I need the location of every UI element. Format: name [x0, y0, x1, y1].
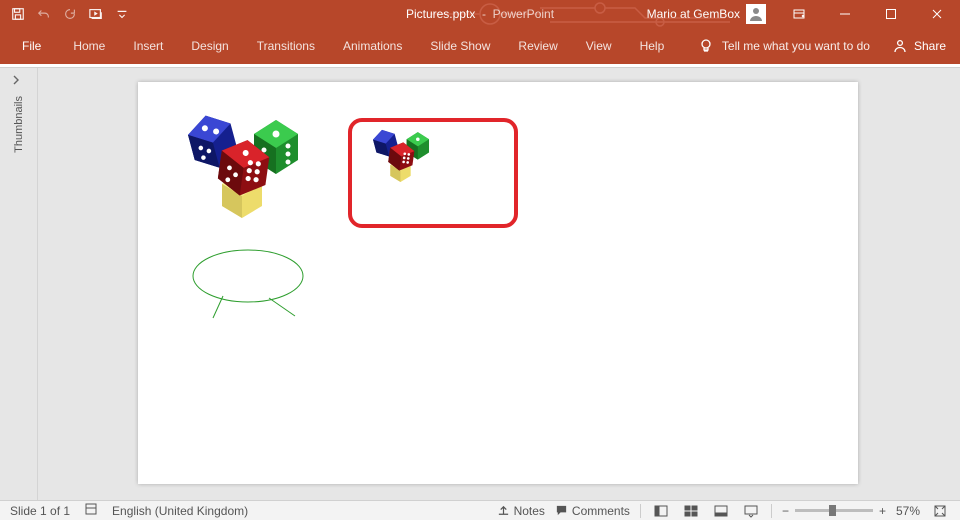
- share-button[interactable]: Share: [874, 38, 946, 54]
- tab-transitions[interactable]: Transitions: [243, 28, 329, 64]
- accessibility-icon[interactable]: [84, 502, 98, 519]
- zoom-out-icon[interactable]: −: [782, 504, 789, 518]
- tell-me-search[interactable]: Tell me what you want to do: [698, 38, 870, 54]
- start-from-beginning-icon[interactable]: [84, 2, 108, 26]
- ribbon-display-options-icon[interactable]: [776, 0, 822, 28]
- zoom-thumb[interactable]: [829, 505, 836, 516]
- thumbnails-pane[interactable]: Thumbnails: [0, 68, 38, 500]
- avatar: [746, 4, 766, 24]
- dice-picture-small[interactable]: [364, 126, 436, 182]
- tab-insert[interactable]: Insert: [119, 28, 177, 64]
- app-name: PowerPoint: [493, 7, 554, 21]
- tab-home[interactable]: Home: [59, 28, 119, 64]
- redo-icon[interactable]: [58, 2, 82, 26]
- slide-canvas[interactable]: [138, 82, 858, 484]
- thumbnails-label: Thumbnails: [13, 96, 25, 153]
- tab-slide-show[interactable]: Slide Show: [416, 28, 504, 64]
- slideshow-view-icon[interactable]: [741, 503, 761, 519]
- tab-animations[interactable]: Animations: [329, 28, 416, 64]
- zoom-track[interactable]: [795, 509, 873, 512]
- slide-indicator[interactable]: Slide 1 of 1: [10, 504, 70, 518]
- notes-button[interactable]: Notes: [497, 504, 545, 518]
- fit-to-window-icon[interactable]: [930, 503, 950, 519]
- reading-view-icon[interactable]: [711, 503, 731, 519]
- tab-help[interactable]: Help: [626, 28, 679, 64]
- zoom-in-icon[interactable]: +: [879, 504, 886, 518]
- tab-review[interactable]: Review: [504, 28, 571, 64]
- tab-design[interactable]: Design: [177, 28, 242, 64]
- status-bar: Slide 1 of 1 English (United Kingdom) No…: [0, 500, 960, 520]
- dice-picture-large[interactable]: [176, 108, 306, 218]
- close-icon[interactable]: [914, 0, 960, 28]
- share-icon: [892, 38, 908, 54]
- oval-callout-shape[interactable]: [183, 242, 323, 325]
- zoom-slider[interactable]: − +: [782, 504, 886, 518]
- file-tab[interactable]: File: [4, 28, 59, 64]
- work-area: Thumbnails: [0, 68, 960, 500]
- account-area[interactable]: Mario at GemBox: [647, 4, 776, 24]
- customize-qat-icon[interactable]: [110, 2, 134, 26]
- title-bar: Pictures.pptx - PowerPoint Mario at GemB…: [0, 0, 960, 28]
- tab-view[interactable]: View: [572, 28, 626, 64]
- maximize-icon[interactable]: [868, 0, 914, 28]
- chevron-right-icon[interactable]: [11, 74, 21, 88]
- ribbon-tabs: File Home Insert Design Transitions Anim…: [0, 28, 960, 64]
- undo-icon[interactable]: [32, 2, 56, 26]
- slide-sorter-view-icon[interactable]: [681, 503, 701, 519]
- comments-button[interactable]: Comments: [555, 504, 630, 518]
- save-icon[interactable]: [6, 2, 30, 26]
- minimize-icon[interactable]: [822, 0, 868, 28]
- slide-editor[interactable]: [38, 68, 960, 500]
- language-indicator[interactable]: English (United Kingdom): [112, 504, 248, 518]
- zoom-percent[interactable]: 57%: [896, 504, 920, 518]
- document-name: Pictures.pptx: [406, 7, 475, 21]
- lightbulb-icon: [698, 38, 714, 54]
- user-name: Mario at GemBox: [647, 7, 740, 21]
- normal-view-icon[interactable]: [651, 503, 671, 519]
- quick-access-toolbar: [0, 2, 134, 26]
